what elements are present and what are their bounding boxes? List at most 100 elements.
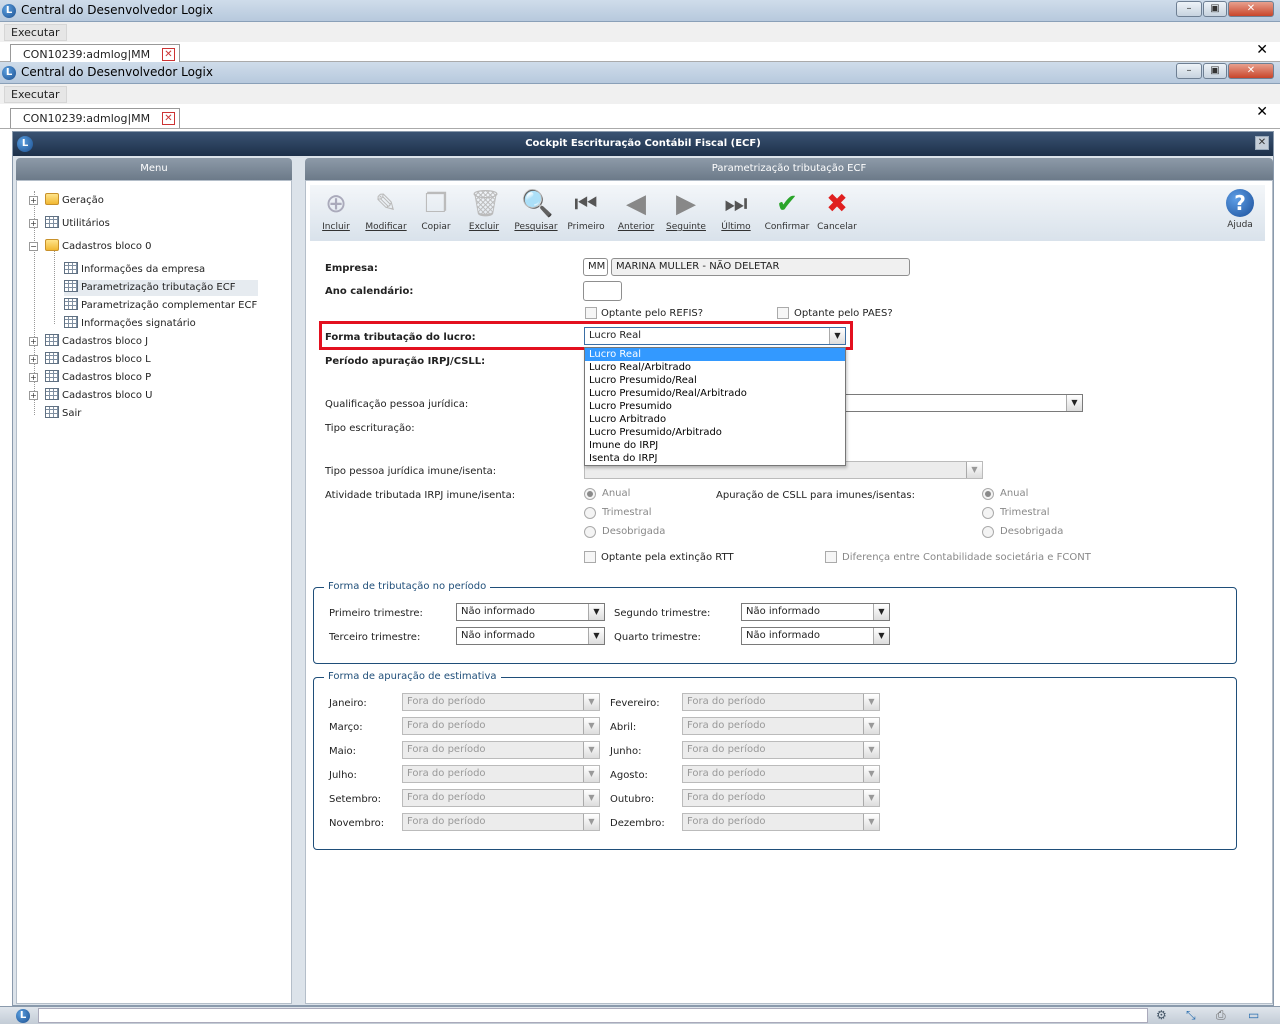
cancelar-button[interactable]: ✖ Cancelar (812, 189, 862, 232)
pesquisar-button[interactable]: 🔍 Pesquisar (511, 189, 561, 232)
month-label: Fevereiro: (610, 698, 660, 709)
excluir-button[interactable]: 🗑 Excluir (459, 189, 509, 232)
quarto-trimestre-select[interactable]: Não informado ▼ (741, 627, 890, 645)
print-icon[interactable]: ⎙ (1216, 1008, 1226, 1023)
month-label: Setembro: (329, 794, 382, 805)
csll-trimestral-radio[interactable] (982, 507, 994, 519)
csll-anual-label: Anual (1000, 488, 1029, 499)
ano-calendario-field[interactable] (583, 281, 622, 301)
anterior-button[interactable]: ◀ Anterior (611, 189, 661, 232)
cancel-icon: ✖ (826, 189, 848, 219)
paes-label: Optante pelo PAES? (794, 308, 893, 319)
tree-item-cadastros-bloco-p[interactable]: Cadastros bloco P (45, 370, 151, 386)
outer-minimize-button[interactable]: – (1176, 1, 1202, 17)
outer-close-all-icon[interactable]: ✕ (1256, 42, 1268, 58)
folder-icon (45, 193, 59, 205)
inner-maximize-button[interactable]: ▣ (1203, 63, 1227, 79)
tree-expand-icon[interactable]: + (29, 373, 38, 382)
tree-item-cadastros-bloco-j[interactable]: Cadastros bloco J (45, 334, 148, 350)
tree-expand-icon[interactable]: + (29, 355, 38, 364)
refis-label: Optante pelo REFIS? (601, 308, 704, 319)
resize-icon[interactable]: ⤡ (1186, 1008, 1196, 1023)
cockpit-close-icon[interactable]: ✕ (1255, 136, 1269, 150)
inner-tab[interactable]: CON10239:admlog|MM ✕ (10, 108, 180, 128)
logix-logo-icon[interactable]: L (16, 1009, 30, 1023)
chevron-down-icon[interactable]: ▼ (588, 604, 604, 620)
dropdown-option[interactable]: Lucro Presumido/Real (585, 374, 845, 387)
copiar-button[interactable]: ❐ Copiar (411, 189, 461, 232)
csll-anual-radio[interactable] (982, 488, 994, 500)
chevron-down-icon[interactable]: ▼ (873, 628, 889, 644)
dropdown-option[interactable]: Imune do IRPJ (585, 439, 845, 452)
atividade-desobrigada-radio[interactable] (584, 526, 596, 538)
content-panel-header: Parametrização tributação ECF (305, 158, 1273, 180)
inner-tab-close-icon[interactable]: ✕ (162, 112, 175, 125)
forma-tributacao-select[interactable]: Lucro Real ▼ (584, 327, 846, 345)
periodo-fieldset: Forma de tributação no período (313, 581, 1237, 664)
dropdown-option[interactable]: Isenta do IRPJ (585, 452, 845, 465)
tree-item-utilitarios[interactable]: Utilitários (45, 216, 110, 232)
incluir-label: Incluir (322, 222, 350, 232)
atividade-trimestral-radio[interactable] (584, 507, 596, 519)
csll-desobrigada-radio[interactable] (982, 526, 994, 538)
outer-tab[interactable]: CON10239:admlog|MM ✕ (10, 44, 180, 64)
dropdown-option[interactable]: Lucro Presumido (585, 400, 845, 413)
dropdown-option[interactable]: Lucro Real (585, 348, 845, 361)
tree-item-cadastros-bloco-l[interactable]: Cadastros bloco L (45, 352, 151, 368)
dropdown-option[interactable]: Lucro Presumido/Real/Arbitrado (585, 387, 845, 400)
terceiro-trimestre-select[interactable]: Não informado ▼ (456, 627, 605, 645)
chevron-down-icon[interactable]: ▼ (829, 328, 845, 344)
chat-icon[interactable]: ▭ (1248, 1008, 1259, 1022)
chevron-down-icon[interactable]: ▼ (588, 628, 604, 644)
tree-expand-icon[interactable]: + (29, 391, 38, 400)
tree-item-parametrizacao-complementar[interactable]: Parametrização complementar ECF (64, 298, 257, 314)
tree-item-informacoes-empresa[interactable]: Informações da empresa (64, 262, 205, 278)
tree-collapse-icon[interactable]: − (29, 242, 38, 251)
dropdown-option[interactable]: Lucro Arbitrado (585, 413, 845, 426)
inner-close-all-icon[interactable]: ✕ (1256, 104, 1268, 120)
tree-expand-icon[interactable]: + (29, 196, 38, 205)
chevron-down-icon[interactable]: ▼ (1066, 395, 1082, 411)
primeiro-trimestre-select[interactable]: Não informado ▼ (456, 603, 605, 621)
tree-expand-icon[interactable]: + (29, 337, 38, 346)
tree-item-informacoes-signatario[interactable]: Informações signatário (64, 316, 196, 332)
junho-value: Fora do período (687, 744, 766, 755)
tree-item-geracao[interactable]: Geração (45, 193, 104, 209)
tree-expand-icon[interactable]: + (29, 219, 38, 228)
tree-item-cadastros-bloco-0[interactable]: Cadastros bloco 0 (45, 239, 152, 255)
outer-close-button[interactable]: ✕ (1228, 1, 1274, 17)
inner-close-button[interactable]: ✕ (1228, 63, 1274, 79)
tree-item-parametrizacao-tributacao[interactable]: Parametrização tributação ECF (64, 280, 258, 296)
ultimo-button[interactable]: ⏭ Último (711, 189, 761, 232)
seguinte-button[interactable]: ▶ Seguinte (661, 189, 711, 232)
terceiro-trimestre-label: Terceiro trimestre: (329, 632, 421, 643)
dropdown-option[interactable]: Lucro Presumido/Arbitrado (585, 426, 845, 439)
empresa-code-field[interactable]: MM (583, 258, 608, 276)
tree-item-sair[interactable]: Sair (45, 406, 81, 422)
ajuda-button[interactable]: ? Ajuda (1215, 189, 1265, 230)
primeiro-button[interactable]: ⏮ Primeiro (561, 189, 611, 232)
dropdown-option[interactable]: Lucro Real/Arbitrado (585, 361, 845, 374)
segundo-trimestre-select[interactable]: Não informado ▼ (741, 603, 890, 621)
chevron-down-icon[interactable]: ▼ (873, 604, 889, 620)
outer-tab-close-icon[interactable]: ✕ (162, 48, 175, 61)
outer-menu-executar[interactable]: Executar (4, 24, 67, 41)
confirmar-button[interactable]: ✔ Confirmar (762, 189, 812, 232)
inner-minimize-button[interactable]: – (1176, 63, 1202, 79)
rtt-checkbox[interactable] (584, 551, 596, 563)
atividade-anual-radio[interactable] (584, 488, 596, 500)
outer-maximize-button[interactable]: ▣ (1203, 1, 1227, 17)
inner-window-title: Central do Desenvolvedor Logix (21, 65, 213, 79)
paes-checkbox[interactable] (777, 307, 789, 319)
inner-tab-label: CON10239:admlog|MM (23, 112, 151, 125)
confirmar-label: Confirmar (764, 222, 810, 232)
settings-icon[interactable]: ⚙ (1156, 1008, 1167, 1022)
marco-value: Fora do período (407, 720, 486, 731)
refis-checkbox[interactable] (585, 307, 597, 319)
tree-item-cadastros-bloco-u[interactable]: Cadastros bloco U (45, 388, 152, 404)
modificar-button[interactable]: ✎ Modificar (361, 189, 411, 232)
inner-menu-executar[interactable]: Executar (4, 86, 67, 103)
incluir-button[interactable]: ⊕ Incluir (311, 189, 361, 232)
fcont-checkbox[interactable] (825, 551, 837, 563)
chevron-down-icon: ▼ (583, 766, 599, 782)
